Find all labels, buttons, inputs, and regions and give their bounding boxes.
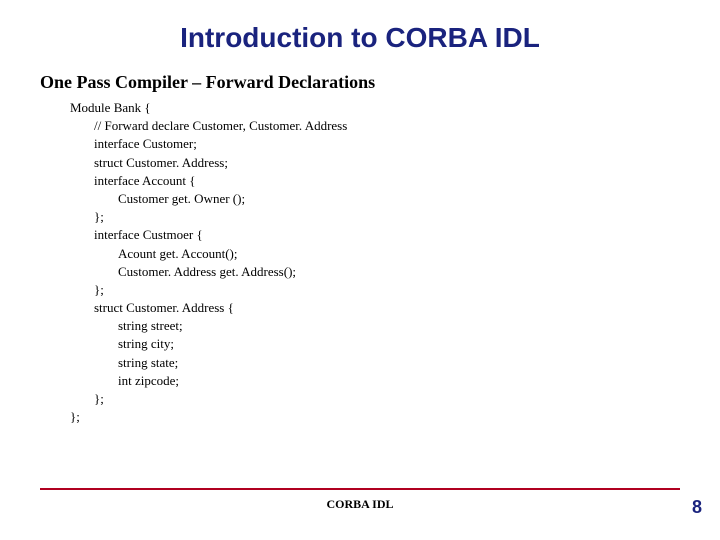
footer-line (40, 488, 680, 490)
code-line: struct Customer. Address; (94, 154, 720, 172)
slide: Introduction to CORBA IDL One Pass Compi… (0, 0, 720, 540)
code-line: }; (94, 208, 720, 226)
slide-title: Introduction to CORBA IDL (0, 0, 720, 54)
code-line: string street; (118, 317, 720, 335)
code-line: }; (94, 281, 720, 299)
page-number: 8 (692, 497, 702, 518)
code-line: string city; (118, 335, 720, 353)
code-line: }; (94, 390, 720, 408)
slide-subtitle: One Pass Compiler – Forward Declarations (40, 72, 720, 93)
code-line: interface Custmoer { (94, 226, 720, 244)
code-block: Module Bank {// Forward declare Customer… (70, 99, 720, 426)
code-line: // Forward declare Customer, Customer. A… (94, 117, 720, 135)
code-line: Customer get. Owner (); (118, 190, 720, 208)
footer-text: CORBA IDL (0, 497, 720, 512)
code-line: int zipcode; (118, 372, 720, 390)
code-line: Acount get. Account(); (118, 245, 720, 263)
code-line: interface Customer; (94, 135, 720, 153)
code-line: }; (70, 408, 720, 426)
code-line: interface Account { (94, 172, 720, 190)
code-line: string state; (118, 354, 720, 372)
code-line: struct Customer. Address { (94, 299, 720, 317)
code-line: Module Bank { (70, 99, 720, 117)
code-line: Customer. Address get. Address(); (118, 263, 720, 281)
